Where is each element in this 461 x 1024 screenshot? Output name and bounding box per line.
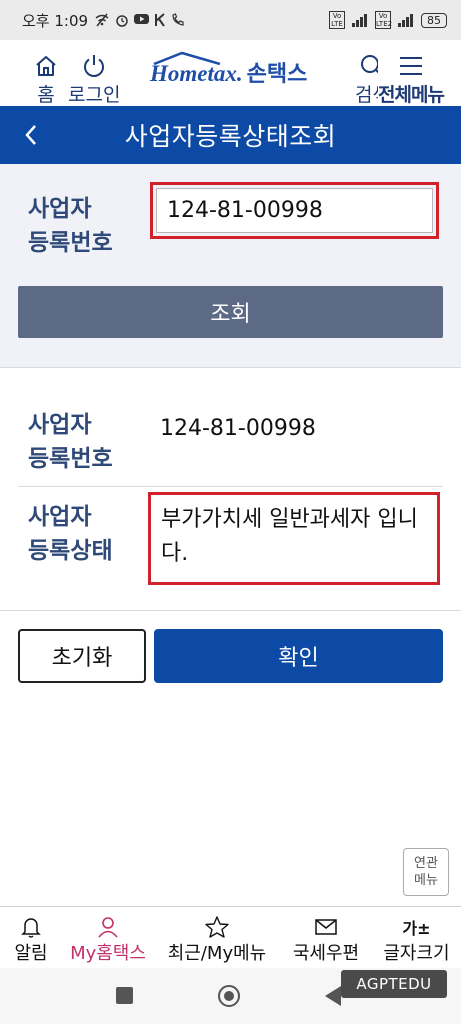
status-bar: 오후 1:09 Vo LTE Vo LTE2 85	[0, 0, 461, 40]
call-icon	[172, 13, 184, 26]
nav-item-font-size[interactable]: 가± 글자크기	[372, 907, 461, 968]
nav-label-tax-mail: 국세우편	[292, 943, 360, 964]
k-icon	[155, 13, 165, 27]
home-button[interactable]: 홈	[34, 52, 58, 107]
result-status-label-line1: 사업자	[28, 504, 92, 530]
youtube-icon	[134, 14, 150, 24]
biz-number-label-line2: 등록번호	[28, 230, 113, 256]
nav-item-tax-mail[interactable]: 국세우편	[280, 907, 372, 968]
nav-label-notifications: 알림	[14, 943, 48, 964]
biz-number-input[interactable]	[156, 188, 433, 233]
lookup-button[interactable]: 조회	[18, 286, 443, 338]
bell-icon	[21, 915, 41, 939]
nav-item-notifications[interactable]: 알림	[0, 907, 62, 968]
wifi-off-icon	[95, 13, 109, 27]
all-menu-label: 전체메뉴	[378, 84, 445, 106]
nav-item-my-hometax[interactable]: My홈택스	[62, 907, 154, 968]
home-label: 홈	[37, 84, 55, 106]
hometax-logo[interactable]: Hometax. 손택스	[150, 51, 308, 88]
chevron-left-icon	[25, 125, 36, 145]
biz-number-label: 사업자 등록번호	[28, 192, 113, 260]
biz-number-input-highlight	[150, 182, 439, 239]
login-label: 로그인	[68, 84, 121, 106]
signal-icon-2	[398, 13, 413, 27]
biz-number-label-line1: 사업자	[28, 196, 92, 222]
battery-indicator: 85	[421, 12, 447, 28]
result-status-label-line2: 등록상태	[28, 538, 113, 564]
hamburger-icon	[398, 52, 424, 80]
status-time: 오후 1:09	[22, 11, 89, 30]
star-icon	[205, 915, 229, 939]
nav-item-recent-menu[interactable]: 최근/My메뉴	[154, 907, 280, 968]
search-section: 사업자 등록번호 조회	[0, 164, 461, 368]
page-title-bar: 사업자등록상태조회	[0, 106, 461, 164]
bottom-nav: 알림 My홈택스 최근/My메뉴 국세우편 가± 글자크기	[0, 906, 461, 968]
result-number-label: 사업자 등록번호	[28, 408, 113, 476]
page-title: 사업자등록상태조회	[124, 122, 337, 151]
status-right: Vo LTE Vo LTE2 85	[329, 11, 447, 29]
logo-korean: 손택스	[246, 62, 308, 87]
notification-icons	[94, 13, 185, 27]
login-button[interactable]: 로그인	[68, 52, 120, 107]
nav-label-font-size: 글자크기	[383, 943, 450, 964]
recent-apps-icon[interactable]	[116, 987, 133, 1004]
font-size-icon: 가±	[402, 919, 431, 938]
network-lte-2: Vo LTE2	[375, 11, 393, 29]
all-menu-button[interactable]: 전체메뉴	[378, 52, 445, 107]
result-number-value: 124-81-00998	[160, 416, 316, 441]
confirm-button[interactable]: 확인	[154, 629, 443, 683]
related-menu-button[interactable]: 연관 메뉴	[403, 848, 449, 896]
alarm-icon	[116, 15, 128, 27]
user-icon	[97, 915, 119, 939]
watermark: AGPTEDU	[341, 970, 447, 998]
network-lte-1: Vo LTE	[329, 11, 345, 29]
signal-icon	[352, 13, 367, 27]
status-left: 오후 1:09	[22, 10, 185, 31]
result-section: 사업자 등록번호 124-81-00998 사업자 등록상태 부가가치세 일반과…	[0, 368, 461, 611]
mail-icon	[315, 915, 337, 939]
result-number-label-line2: 등록번호	[28, 446, 113, 472]
result-divider	[18, 486, 443, 487]
app-header: 홈 로그인 Hometax. 손택스 검색 전체메뉴	[0, 40, 461, 107]
logo-english: Hometax.	[150, 51, 243, 87]
registration-status-value: 부가가치세 일반과세자 입니다.	[148, 492, 440, 585]
result-status-label: 사업자 등록상태	[28, 500, 113, 568]
nav-label-my-hometax: My홈택스	[70, 943, 146, 964]
back-button[interactable]	[16, 120, 46, 150]
reset-button[interactable]: 초기화	[18, 629, 146, 683]
logo-roof-icon	[153, 51, 221, 65]
back-triangle-icon[interactable]	[325, 986, 341, 1006]
power-icon	[81, 52, 107, 80]
nav-label-recent-menu: 최근/My메뉴	[167, 943, 267, 964]
related-menu-line1: 연관	[414, 856, 438, 871]
related-menu-line2: 메뉴	[414, 873, 438, 888]
result-number-label-line1: 사업자	[28, 412, 92, 438]
home-circle-icon[interactable]	[218, 985, 240, 1007]
home-icon	[34, 52, 58, 80]
